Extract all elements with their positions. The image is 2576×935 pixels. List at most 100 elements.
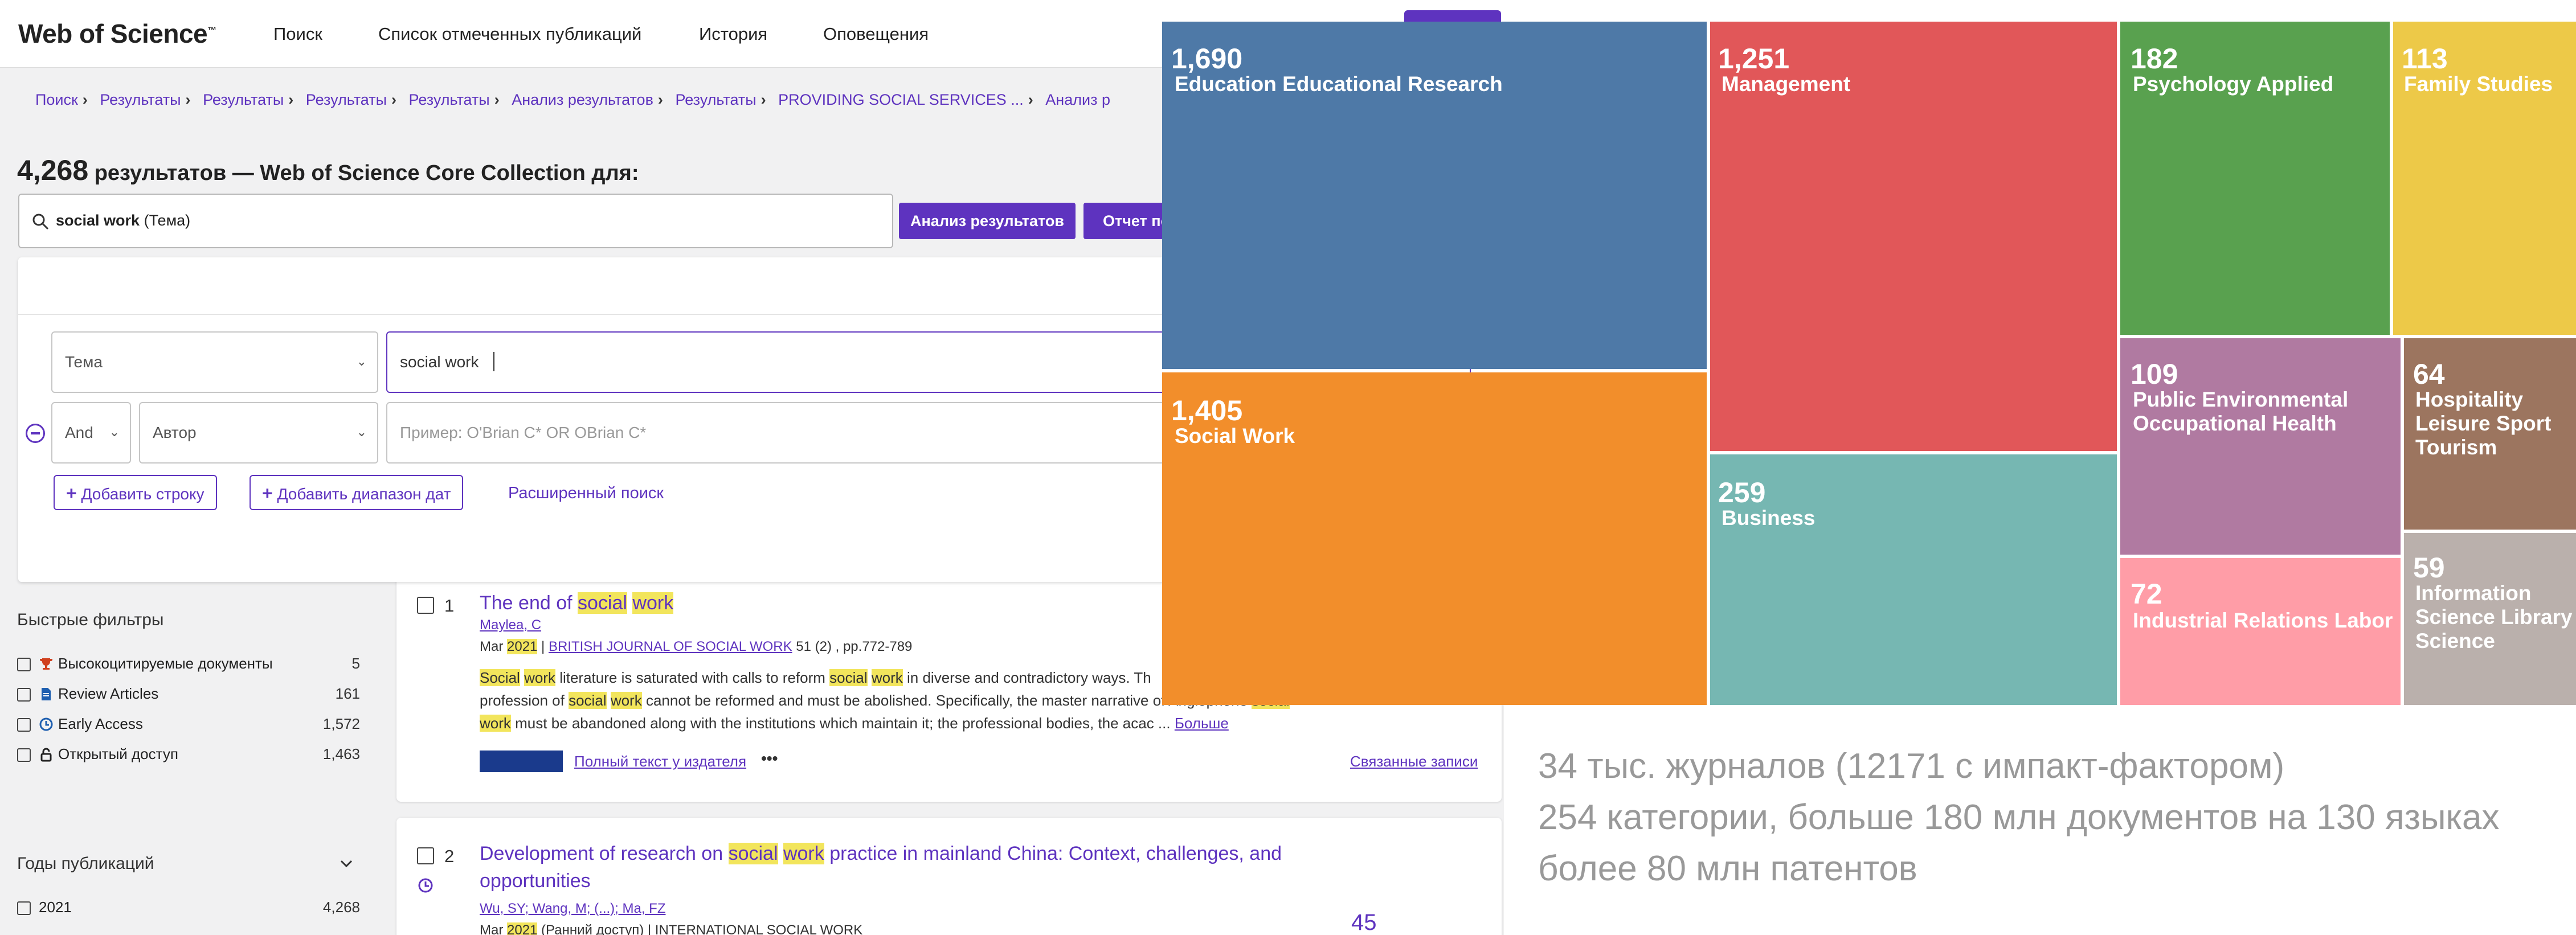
filter-open-access[interactable]: Открытый доступ: [17, 745, 178, 763]
more-options-icon[interactable]: •••: [761, 749, 778, 768]
filter-count: 4,268: [322, 899, 360, 916]
more-link[interactable]: Больше: [1175, 715, 1229, 732]
field-select[interactable]: Тема ⌄: [51, 331, 378, 393]
nav-history[interactable]: История: [699, 24, 767, 44]
nav-marked-list[interactable]: Список отмеченных публикаций: [378, 24, 641, 44]
record-authors[interactable]: Wu, SY; Wang, M; (...); Ma, FZ: [480, 901, 665, 917]
unlock-icon: [40, 748, 52, 762]
query-summary-bar[interactable]: social work (Тема): [18, 194, 893, 248]
record-card: 2 Development of research on social work…: [396, 818, 1502, 935]
record-checkbox[interactable]: [417, 597, 434, 614]
filter-count: 161: [335, 685, 360, 702]
filter-label: 2021: [39, 899, 72, 916]
journal-link[interactable]: BRITISH JOURNAL OF SOCIAL WORK: [549, 639, 792, 654]
record-source: Mar 2021 | BRITISH JOURNAL OF SOCIAL WOR…: [480, 639, 913, 654]
category-treemap: 1,690 Education Educational Research 1,4…: [1162, 22, 2576, 705]
treemap-cell[interactable]: 1,405 Social Work: [1162, 372, 1707, 705]
record-number: 2: [444, 846, 455, 866]
treemap-value: 1,405: [1171, 395, 1242, 427]
add-row-button[interactable]: + Добавить строку: [54, 475, 217, 510]
treemap-cell[interactable]: 109 Public Environmental Occupational Hea…: [2120, 338, 2401, 555]
remove-row-icon[interactable]: [26, 424, 45, 443]
treemap-value: 1,251: [1718, 43, 1789, 75]
filter-count: 5: [351, 655, 360, 672]
crumb-results[interactable]: Результаты: [306, 91, 387, 108]
treemap-label: Family Studies: [2404, 72, 2553, 96]
caption-line: 34 тыс. журналов (12171 с импакт-факторо…: [1538, 747, 2285, 786]
crumb-analysis[interactable]: Анализ результатов: [512, 91, 653, 108]
related-records-link[interactable]: Связанные записи: [1350, 753, 1478, 770]
chevron-down-icon[interactable]: [340, 859, 353, 869]
treemap-value: 59: [2413, 552, 2445, 584]
treemap-cell[interactable]: 259 Business: [1710, 454, 2117, 705]
treemap-label: Psychology Applied: [2133, 72, 2333, 96]
crumb-results[interactable]: Результаты: [203, 91, 284, 108]
treemap-cell[interactable]: 182 Psychology Applied: [2120, 22, 2390, 335]
analyze-results-button[interactable]: Анализ результатов: [899, 203, 1076, 239]
treemap-cell[interactable]: 72 Industrial Relations Labor: [2120, 558, 2401, 705]
years-filter-title[interactable]: Годы публикаций: [17, 854, 154, 874]
search-icon: [32, 214, 49, 230]
caption-line: более 80 млн патентов: [1538, 849, 1917, 888]
treemap-value: 259: [1718, 477, 1765, 508]
trophy-icon: [40, 658, 52, 670]
filter-early-access[interactable]: Early Access: [17, 715, 143, 733]
checkbox[interactable]: [17, 901, 31, 915]
record-abstract-line: Social work literature is saturated with…: [480, 669, 1151, 686]
record-title[interactable]: The end of social work: [480, 592, 674, 614]
checkbox[interactable]: [17, 658, 31, 671]
treemap-label: Business: [1722, 506, 1816, 530]
treemap-label: Public Environmental Occupational Health: [2133, 388, 2348, 435]
treemap-cell[interactable]: 59 Information Science Library Science: [2404, 533, 2576, 705]
add-date-range-button[interactable]: + Добавить диапазон дат: [250, 475, 464, 510]
filter-label: Высокоцитируемые документы: [58, 655, 273, 672]
full-text-link[interactable]: Полный текст у издателя: [574, 753, 746, 770]
wos-logo[interactable]: Web of Science™: [18, 18, 216, 49]
treemap-cell-rect: [1162, 372, 1707, 705]
crumb-results[interactable]: Результаты: [409, 91, 490, 108]
filter-review-articles[interactable]: Review Articles: [17, 685, 158, 703]
record-authors[interactable]: Maylea, C: [480, 617, 541, 633]
treemap-label: Management: [1722, 72, 1850, 96]
crumb-results[interactable]: Результаты: [100, 91, 181, 108]
checkbox[interactable]: [17, 718, 31, 732]
boolean-select[interactable]: And ⌄: [51, 402, 131, 464]
record-title[interactable]: Development of research on social work p…: [480, 843, 1282, 865]
filter-label: Открытый доступ: [58, 745, 178, 762]
record-title-continued[interactable]: opportunities: [480, 870, 591, 892]
nav-search[interactable]: Поиск: [273, 24, 322, 44]
full-text-badge-icon[interactable]: [480, 751, 563, 772]
treemap-label: Education Educational Research: [1175, 72, 1503, 96]
treemap-value: 72: [2131, 578, 2162, 610]
nav-alerts[interactable]: Оповещения: [823, 24, 929, 44]
crumb-analysis[interactable]: Анализ р: [1045, 91, 1110, 108]
record-checkbox[interactable]: [417, 847, 434, 864]
record-number: 1: [444, 596, 455, 616]
treemap-cell[interactable]: 64 Hospitality Leisure Sport Tourism: [2404, 338, 2576, 530]
treemap-cell[interactable]: 113 Family Studies: [2393, 22, 2576, 335]
checkbox[interactable]: [17, 748, 31, 762]
citation-count[interactable]: 45: [1351, 910, 1377, 935]
treemap-label: Industrial Relations Labor: [2133, 609, 2393, 632]
treemap-cell[interactable]: 1,251 Management: [1710, 22, 2117, 451]
clock-icon: [39, 717, 53, 731]
filter-year-2021[interactable]: 2021: [17, 899, 72, 916]
breadcrumb: Поиск › Результаты › Результаты › Результат…: [35, 91, 1110, 108]
crumb-search[interactable]: Поиск: [35, 91, 78, 108]
filter-count: 1,572: [322, 715, 360, 732]
field-select[interactable]: Автор ⌄: [139, 402, 378, 464]
document-icon: [42, 688, 51, 700]
filter-label: Review Articles: [58, 685, 159, 702]
treemap-value: 64: [2413, 358, 2445, 390]
record-abstract-line: work must be abandoned along with the in…: [480, 715, 1229, 732]
filter-highly-cited[interactable]: Высокоцитируемые документы: [17, 655, 273, 672]
filter-count: 1,463: [322, 745, 360, 762]
treemap-label: Social Work: [1175, 424, 1295, 448]
treemap-value: 182: [2131, 43, 2178, 75]
advanced-search-link[interactable]: Расширенный поиск: [508, 484, 664, 503]
results-count-heading: 4,268 результатов — Web of Science Core …: [17, 154, 639, 187]
crumb-providing-services[interactable]: PROVIDING SOCIAL SERVICES ...: [778, 91, 1024, 108]
crumb-results[interactable]: Результаты: [675, 91, 756, 108]
checkbox[interactable]: [17, 688, 31, 702]
treemap-cell[interactable]: 1,690 Education Educational Research: [1162, 22, 1707, 369]
